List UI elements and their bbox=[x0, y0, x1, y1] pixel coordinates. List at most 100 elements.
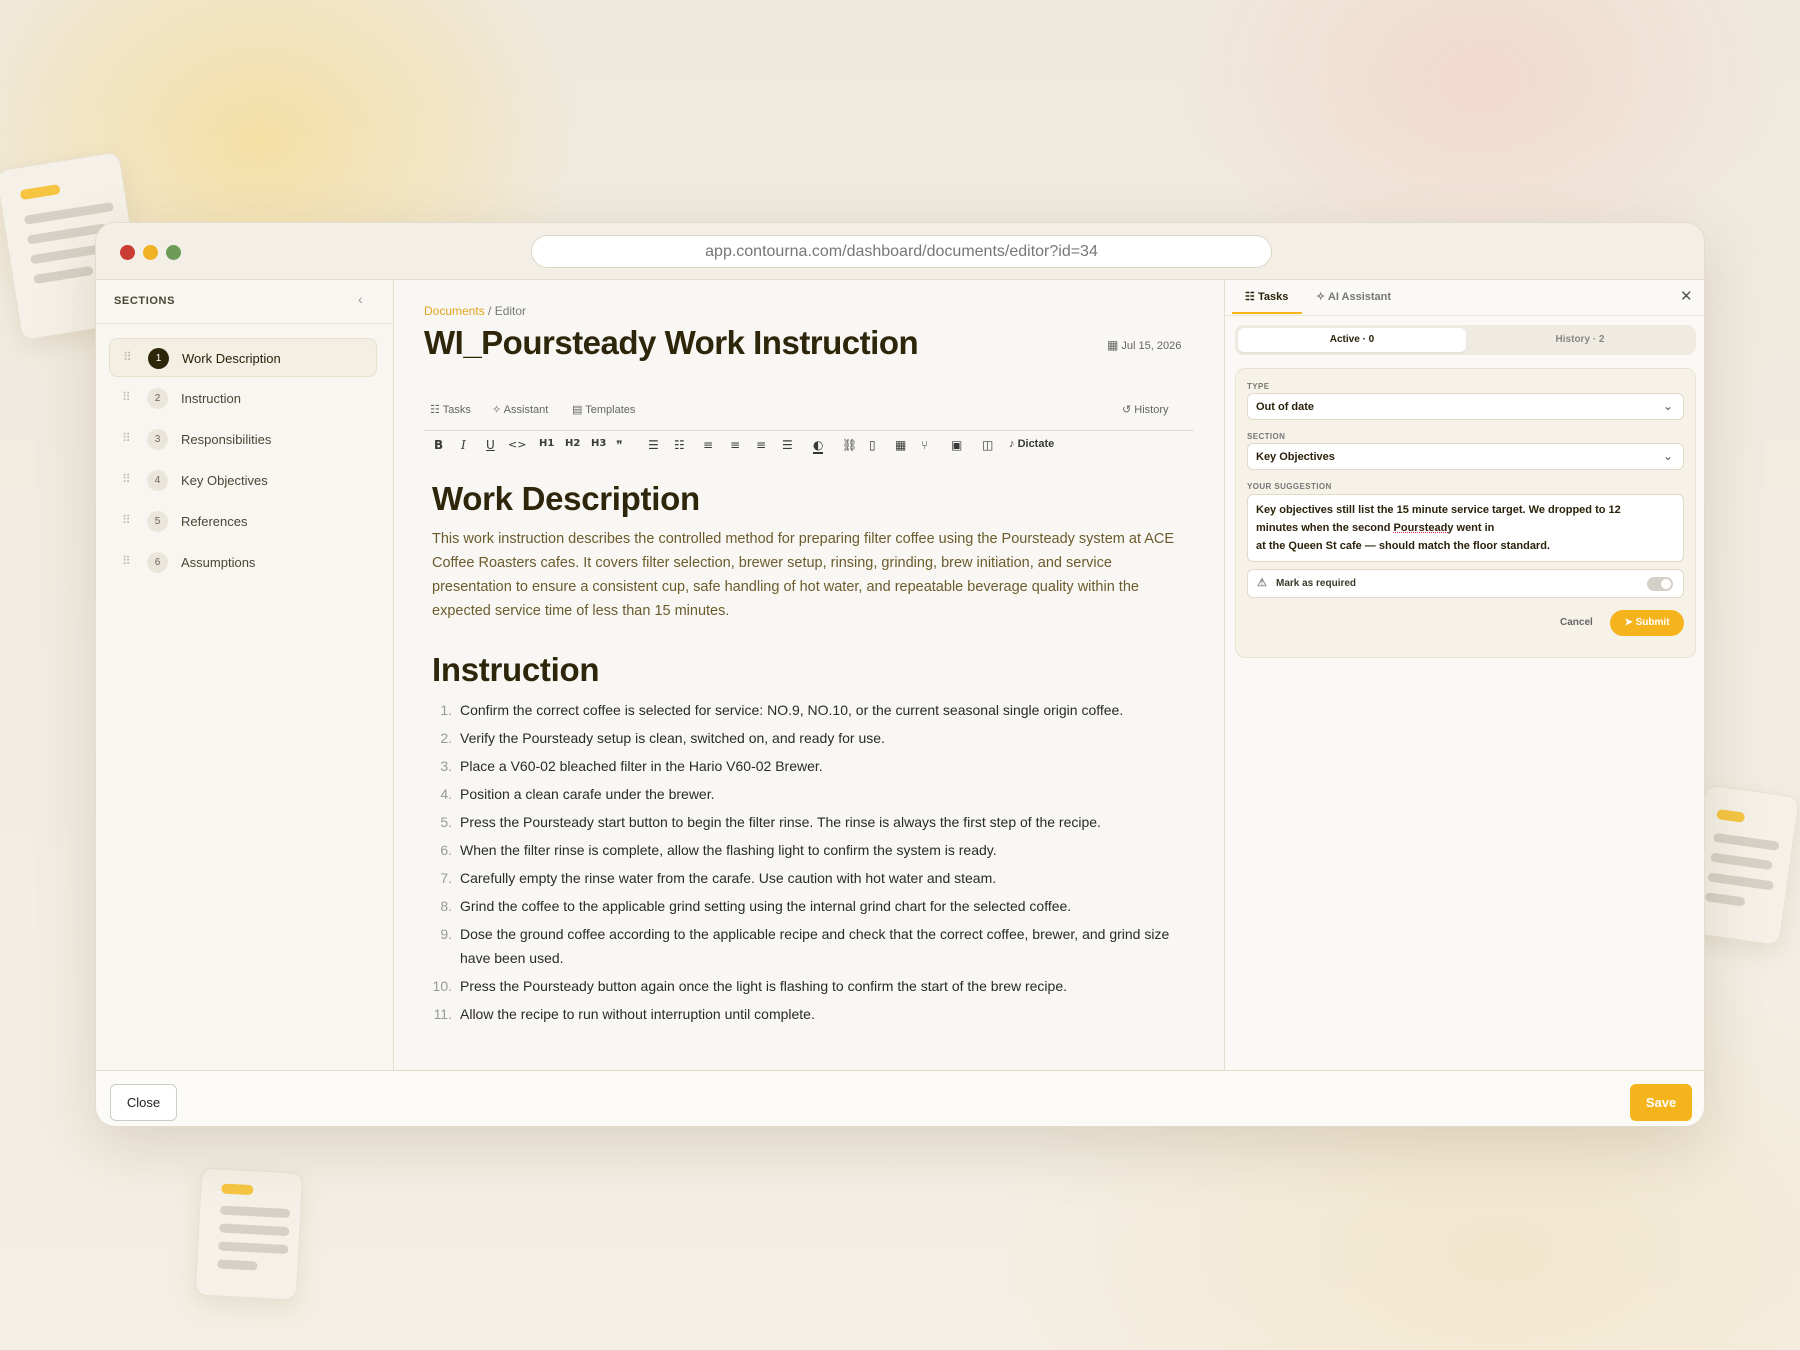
address-bar[interactable]: app.contourna.com/dashboard/documents/ed… bbox=[531, 235, 1272, 268]
close-window-dot[interactable] bbox=[120, 245, 135, 260]
list-icon: ☷ bbox=[1245, 291, 1255, 303]
microphone-icon: ♪ bbox=[1009, 438, 1015, 450]
heading1-button[interactable]: H1 bbox=[539, 438, 554, 449]
chevron-down-icon: ⌄ bbox=[1662, 449, 1673, 463]
drag-handle-icon[interactable]: ⠿ bbox=[122, 554, 132, 568]
heading2-button[interactable]: H2 bbox=[565, 438, 580, 449]
sidebar-item-instruction[interactable]: ⠿ 2 Instruction bbox=[109, 379, 377, 418]
collapse-sidebar-icon[interactable]: ‹ bbox=[358, 291, 363, 307]
drag-handle-icon[interactable]: ⠿ bbox=[122, 472, 132, 486]
history-button[interactable]: ↺ History bbox=[1122, 403, 1169, 416]
list-item: 8. Grind the coffee to the applicable gri… bbox=[432, 894, 1192, 918]
breadcrumb: Documents / Editor bbox=[424, 304, 526, 318]
suggestion-form: TYPE Out of date ⌄ SECTION Key Objectives… bbox=[1235, 368, 1696, 658]
segment-history[interactable]: History · 2 bbox=[1466, 328, 1694, 352]
work-description-paragraph: This work instruction describes the cont… bbox=[432, 531, 1175, 619]
warning-icon: ⚠ bbox=[1257, 577, 1267, 589]
segment-active[interactable]: Active · 0 bbox=[1238, 328, 1466, 352]
color-palette-icon[interactable]: ◐ bbox=[813, 438, 824, 454]
list-item: 6. When the filter rinse is complete, all… bbox=[432, 838, 1192, 862]
tab-tasks[interactable]: ☷ Tasks bbox=[430, 403, 471, 416]
drag-handle-icon[interactable]: ⠿ bbox=[123, 350, 133, 364]
quote-button[interactable]: ❞ bbox=[616, 438, 622, 452]
type-value: Out of date bbox=[1256, 401, 1315, 413]
sidebar-item-work-description[interactable]: ⠿ 1 Work Description bbox=[109, 338, 377, 377]
step-number: 6. bbox=[440, 842, 452, 858]
type-select[interactable]: Out of date ⌄ bbox=[1247, 393, 1684, 420]
drag-handle-icon[interactable]: ⠿ bbox=[122, 513, 132, 527]
align-right-icon[interactable]: ≡ bbox=[756, 438, 766, 452]
italic-button[interactable]: I bbox=[461, 438, 466, 452]
section-select[interactable]: Key Objectives ⌄ bbox=[1247, 443, 1684, 470]
document-title[interactable]: WI_Poursteady Work Instruction bbox=[424, 324, 919, 362]
drag-handle-icon[interactable]: ⠿ bbox=[122, 390, 132, 404]
section-number: 5 bbox=[147, 511, 168, 532]
tab-assistant[interactable]: ✧ Assistant bbox=[492, 403, 548, 416]
list-item: 7. Carefully empty the rinse water from t… bbox=[432, 866, 1192, 890]
maximize-window-dot[interactable] bbox=[166, 245, 181, 260]
list-item: 10. Press the Poursteady button again onc… bbox=[432, 974, 1192, 998]
dictate-button[interactable]: ♪ Dictate bbox=[1009, 438, 1054, 450]
mark-required-toggle[interactable] bbox=[1647, 577, 1673, 591]
mark-required-row: ⚠ Mark as required bbox=[1247, 569, 1684, 598]
link-icon[interactable]: ⛓ bbox=[842, 438, 857, 452]
step-text: Verify the Poursteady setup is clean, sw… bbox=[460, 730, 885, 746]
section-heading-work-description: Work Description bbox=[432, 480, 700, 517]
step-number: 4. bbox=[440, 786, 452, 802]
underline-button[interactable]: U bbox=[486, 438, 495, 452]
cancel-button[interactable]: Cancel bbox=[1560, 617, 1593, 628]
tab-templates[interactable]: ▤ Templates bbox=[572, 403, 635, 416]
table-icon[interactable]: ▦ bbox=[895, 438, 906, 452]
bold-button[interactable]: B bbox=[434, 438, 443, 452]
close-icon[interactable]: ✕ bbox=[1680, 287, 1693, 305]
divider bbox=[424, 430, 1194, 431]
misspelled-word: Poursteady bbox=[1393, 522, 1454, 534]
save-button[interactable]: Save bbox=[1630, 1084, 1692, 1121]
tab-label: Tasks bbox=[1257, 291, 1289, 303]
sidebar-title: SECTIONS bbox=[114, 295, 176, 307]
sections-sidebar: SECTIONS ‹ ⠿ 1 Work Description ⠿ 2 Inst… bbox=[96, 280, 394, 1070]
document-content[interactable]: Work Description This work instruction d… bbox=[432, 480, 1192, 1030]
sidebar-item-assumptions[interactable]: ⠿ 6 Assumptions bbox=[109, 543, 377, 582]
heading3-button[interactable]: H3 bbox=[591, 438, 606, 449]
close-button[interactable]: Close bbox=[110, 1084, 177, 1121]
numbered-list-icon[interactable]: ☷ bbox=[674, 438, 685, 452]
minimize-window-dot[interactable] bbox=[143, 245, 158, 260]
bullet-list-icon[interactable]: ☰ bbox=[648, 438, 659, 452]
sidebar-item-key-objectives[interactable]: ⠿ 4 Key Objectives bbox=[109, 461, 377, 500]
sidebar-item-label: Key Objectives bbox=[181, 473, 268, 488]
align-justify-icon[interactable]: ☰ bbox=[782, 438, 793, 452]
sidebar-item-responsibilities[interactable]: ⠿ 3 Responsibilities bbox=[109, 420, 377, 459]
image-icon[interactable]: ▣ bbox=[951, 438, 962, 452]
branch-icon[interactable]: ⑂ bbox=[921, 438, 928, 452]
columns-icon[interactable]: ◫ bbox=[982, 438, 993, 452]
chevron-down-icon: ⌄ bbox=[1662, 399, 1673, 413]
step-number: 9. bbox=[440, 926, 452, 942]
sidebar-item-references[interactable]: ⠿ 5 References bbox=[109, 502, 377, 541]
dictate-label: Dictate bbox=[1017, 438, 1055, 450]
drag-handle-icon[interactable]: ⠿ bbox=[122, 431, 132, 445]
step-text: When the filter rinse is complete, allow… bbox=[460, 842, 997, 858]
suggestion-textarea[interactable]: Key objectives still list the 15 minute … bbox=[1247, 494, 1684, 562]
align-center-icon[interactable]: ≡ bbox=[730, 438, 740, 452]
tab-label: Tasks bbox=[442, 404, 471, 416]
submit-button[interactable]: ➤ Submit bbox=[1610, 610, 1684, 636]
code-button[interactable]: <> bbox=[508, 438, 526, 451]
task-status-segmented-control: Active · 0 History · 2 bbox=[1235, 325, 1696, 355]
document-icon[interactable]: ▯ bbox=[869, 438, 876, 452]
list-item: 4. Position a clean carafe under the brew… bbox=[432, 782, 1192, 806]
sidebar-item-label: Instruction bbox=[181, 391, 241, 406]
breadcrumb-documents-link[interactable]: Documents bbox=[424, 304, 485, 318]
sparkle-icon: ✧ bbox=[1316, 291, 1326, 303]
suggestion-text: minutes when the second bbox=[1256, 522, 1394, 534]
tab-tasks-panel[interactable]: ☷ Tasks bbox=[1245, 290, 1288, 303]
instruction-steps: 1. Confirm the correct coffee is selected… bbox=[432, 698, 1192, 1026]
step-text: Position a clean carafe under the brewer… bbox=[460, 786, 715, 802]
list-item: 2. Verify the Poursteady setup is clean, … bbox=[432, 726, 1192, 750]
divider bbox=[1225, 315, 1704, 316]
step-number: 1. bbox=[440, 702, 452, 718]
tab-ai-assistant[interactable]: ✧ AI Assistant bbox=[1316, 290, 1391, 303]
align-left-icon[interactable]: ≡ bbox=[703, 438, 713, 452]
editor-main: Documents / Editor WI_Poursteady Work In… bbox=[394, 280, 1224, 1070]
suggestion-text: went in bbox=[1453, 522, 1495, 534]
